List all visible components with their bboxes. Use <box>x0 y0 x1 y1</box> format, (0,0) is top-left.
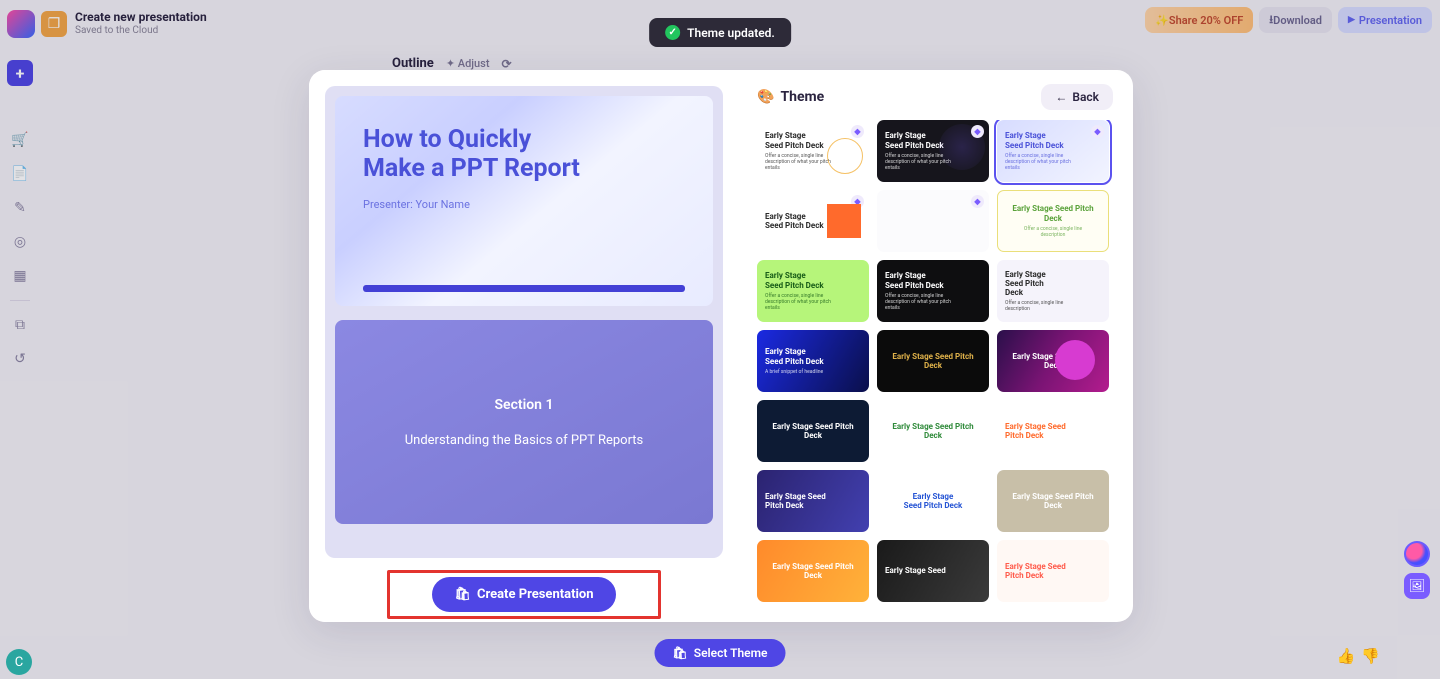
theme-card-20[interactable]: Early Stage Seed Pitch Deck <box>997 540 1109 602</box>
theme-heading: 🎨 Theme <box>757 89 824 105</box>
theme-card-sub: Offer a concise, single line description… <box>765 293 835 311</box>
theme-card-17[interactable]: Early Stage Seed Pitch Deck <box>997 470 1109 532</box>
user-avatar[interactable]: C <box>6 649 32 675</box>
theme-grid-scroll[interactable]: Early Stage Seed Pitch Deck Offer a conci… <box>757 120 1129 608</box>
theme-card-title: Early Stage Seed Pitch Deck <box>1005 352 1101 370</box>
theme-card-5[interactable]: Early Stage Seed Pitch Deck Offer a conci… <box>997 190 1109 252</box>
theme-card-title: Early Stage Seed Pitch Deck <box>1005 131 1101 149</box>
theme-modal: How to Quickly Make a PPT Report Present… <box>309 70 1133 622</box>
theme-card-title: Early Stage Seed Pitch Deck <box>904 492 963 510</box>
theme-card-title: Early Stage Seed Pitch Deck <box>765 492 861 510</box>
theme-card-0[interactable]: Early Stage Seed Pitch Deck Offer a conci… <box>757 120 869 182</box>
toast-theme-updated: ✓ Theme updated. <box>649 18 791 47</box>
theme-card-sub: Offer a concise, single line description <box>1005 300 1075 312</box>
theme-card-title: Early Stage Seed Pitch Deck <box>765 271 861 289</box>
theme-card-19[interactable]: Early Stage Seed <box>877 540 989 602</box>
preview-pane: How to Quickly Make a PPT Report Present… <box>309 70 739 622</box>
theme-card-sub: Offer a concise, single line description… <box>765 153 835 171</box>
preview-slide-2: Section 1 Understanding the Basics of PP… <box>335 320 713 524</box>
theme-card-sub: Offer a concise, single line description <box>1018 226 1088 238</box>
theme-card-title: Early Stage Seed Pitch Deck <box>1005 492 1101 510</box>
preview-accent-bar <box>363 285 685 292</box>
theme-card-title: Early Stage Seed Pitch Deck <box>885 131 981 149</box>
premium-diamond-icon: ◆ <box>971 125 984 138</box>
theme-card-18[interactable]: Early Stage Seed Pitch Deck <box>757 540 869 602</box>
preview-presenter: Presenter: Your Name <box>363 198 685 211</box>
theme-card-10[interactable]: Early Stage Seed Pitch Deck <box>877 330 989 392</box>
theme-card-sub: Offer a concise, single line description… <box>885 153 955 171</box>
theme-card-14[interactable]: Early Stage Seed Pitch Deck <box>997 400 1109 462</box>
preview-stack: How to Quickly Make a PPT Report Present… <box>325 86 723 558</box>
create-presentation-button[interactable]: 🛍 Create Presentation <box>432 577 615 612</box>
thumb-up-icon[interactable]: 👍 <box>1337 647 1356 665</box>
theme-card-4[interactable]: ◆ <box>877 190 989 252</box>
theme-card-11[interactable]: Early Stage Seed Pitch Deck <box>997 330 1109 392</box>
preview-slide-1: How to Quickly Make a PPT Report Present… <box>335 96 713 306</box>
theme-card-16[interactable]: Early Stage Seed Pitch Deck <box>877 470 989 532</box>
theme-card-8[interactable]: Early Stage Seed Pitch Deck Offer a conci… <box>997 260 1109 322</box>
theme-card-title: Early Stage Seed <box>885 566 981 575</box>
theme-card-13[interactable]: Early Stage Seed Pitch Deck <box>877 400 989 462</box>
theme-card-sub: A brief snippet of headline <box>765 369 835 375</box>
highlight-box: 🛍 Create Presentation <box>387 570 660 619</box>
theme-card-title: Early Stage Seed Pitch Deck <box>1006 204 1100 222</box>
theme-card-6[interactable]: Early Stage Seed Pitch Deck Offer a conci… <box>757 260 869 322</box>
theme-card-1[interactable]: Early Stage Seed Pitch Deck Offer a conci… <box>877 120 989 182</box>
theme-card-title: Early Stage Seed Pitch Deck <box>1005 422 1101 440</box>
check-icon: ✓ <box>665 25 680 40</box>
image-tool-icon[interactable]: 🖼 <box>1404 573 1430 599</box>
theme-card-9[interactable]: Early Stage Seed Pitch Deck A brief snipp… <box>757 330 869 392</box>
theme-card-title: Early Stage Seed Pitch Deck <box>765 212 861 230</box>
theme-pane-header: 🎨 Theme ← Back <box>757 84 1129 110</box>
cart-icon: 🛍 <box>454 587 471 602</box>
premium-diamond-icon: ◆ <box>971 195 984 208</box>
cart-icon: 🛍 <box>673 646 688 660</box>
theme-card-title: Early Stage Seed Pitch Deck <box>885 352 981 370</box>
palette-icon: 🎨 <box>757 89 774 105</box>
theme-card-12[interactable]: Early Stage Seed Pitch Deck <box>757 400 869 462</box>
theme-card-2[interactable]: Early Stage Seed Pitch Deck Offer a conci… <box>997 120 1109 182</box>
select-theme-button[interactable]: 🛍 Select Theme <box>655 639 786 667</box>
premium-diamond-icon: ◆ <box>851 125 864 138</box>
theme-card-title: Early Stage Seed Pitch Deck <box>765 422 861 440</box>
preview-section-sub: Understanding the Basics of PPT Reports <box>405 433 644 448</box>
arrow-left-icon: ← <box>1055 90 1067 104</box>
create-button-wrap: 🛍 Create Presentation <box>325 570 723 619</box>
theme-card-7[interactable]: Early Stage Seed Pitch Deck Offer a conci… <box>877 260 989 322</box>
feedback-thumbs: 👍 👎 <box>1337 647 1380 665</box>
floating-actions: 🖼 <box>1404 541 1430 599</box>
theme-card-title: Early Stage Seed Pitch Deck <box>765 131 861 149</box>
theme-card-15[interactable]: Early Stage Seed Pitch Deck <box>757 470 869 532</box>
theme-card-sub: Offer a concise, single line description… <box>1005 153 1075 171</box>
back-button[interactable]: ← Back <box>1041 84 1113 110</box>
theme-card-sub: Offer a concise, single line description… <box>885 293 955 311</box>
theme-card-title: Early Stage Seed Pitch Deck <box>885 422 981 440</box>
ai-orb-icon[interactable] <box>1404 541 1430 567</box>
premium-diamond-icon: ◆ <box>1091 125 1104 138</box>
thumb-down-icon[interactable]: 👎 <box>1361 647 1380 665</box>
theme-card-title: Early Stage Seed Pitch Deck <box>1005 270 1101 298</box>
theme-card-3[interactable]: Early Stage Seed Pitch Deck ◆ <box>757 190 869 252</box>
preview-title: How to Quickly Make a PPT Report <box>363 126 583 184</box>
theme-card-title: Early Stage Seed Pitch Deck <box>765 562 861 580</box>
toast-text: Theme updated. <box>687 26 775 40</box>
theme-card-title: Early Stage Seed Pitch Deck <box>1005 562 1101 580</box>
preview-section-label: Section 1 <box>495 397 554 413</box>
premium-diamond-icon: ◆ <box>851 195 864 208</box>
theme-card-title: Early Stage Seed Pitch Deck <box>885 271 981 289</box>
theme-card-title: Early Stage Seed Pitch Deck <box>765 347 861 365</box>
theme-pane: 🎨 Theme ← Back Early Stage Seed Pitch De… <box>739 70 1133 622</box>
